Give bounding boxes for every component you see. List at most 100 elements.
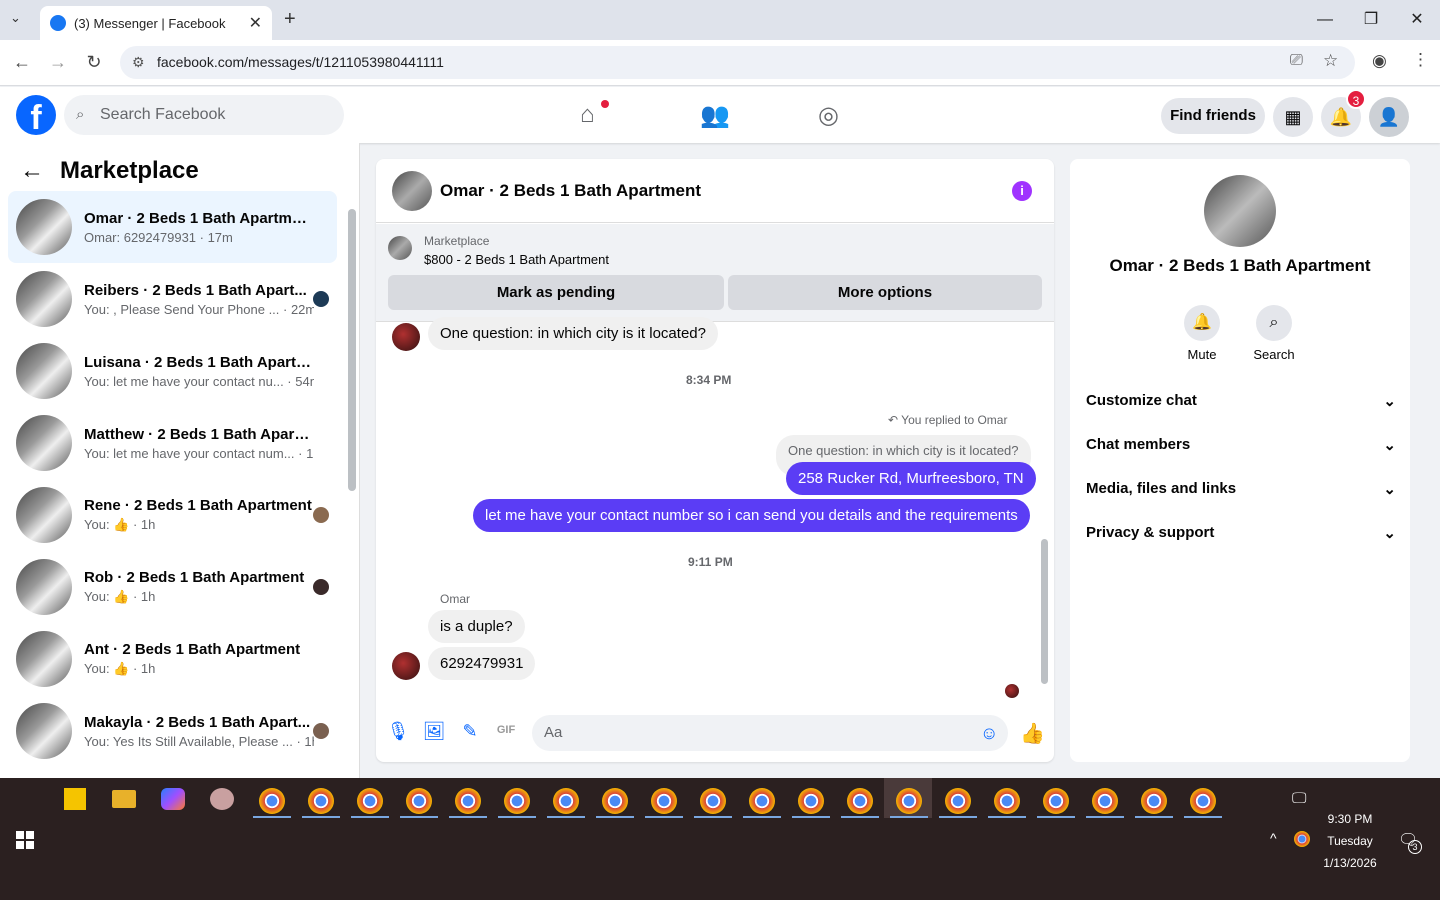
windows-start-icon[interactable] bbox=[16, 831, 34, 849]
chrome-window-icon[interactable] bbox=[847, 788, 873, 814]
chrome-window-icon[interactable] bbox=[1043, 788, 1069, 814]
profile-icon[interactable]: ◉ bbox=[1372, 51, 1387, 71]
back-icon[interactable]: ← bbox=[10, 52, 34, 73]
url-field[interactable]: ⚙ facebook.com/messages/t/12110539804411… bbox=[120, 46, 1355, 79]
friends-icon[interactable]: 👥 bbox=[700, 101, 730, 130]
menu-icon[interactable]: ⋮ bbox=[1412, 50, 1429, 70]
conversation-item[interactable]: Makayla · 2 Beds 1 Bath Apart... You: Yes… bbox=[8, 695, 337, 767]
chrome-window-icon[interactable] bbox=[308, 788, 334, 814]
outgoing-message[interactable]: 258 Rucker Rd, Murfreesboro, TN bbox=[786, 462, 1036, 495]
chat-info-panel: Omar · 2 Beds 1 Bath Apartment 🔔 Mute ⌕ … bbox=[1070, 159, 1410, 762]
facebook-header: f ⌕ Search Facebook ⌂ 👥 ◎ Find friends ▦… bbox=[0, 87, 1440, 143]
conversation-item[interactable]: Ant · 2 Beds 1 Bath Apartment You: 👍 · 1h bbox=[8, 623, 337, 695]
conversation-item[interactable]: Omar · 2 Beds 1 Bath Apartment Omar: 6292… bbox=[8, 191, 337, 263]
chrome-window-icon[interactable] bbox=[1092, 788, 1118, 814]
mute-action[interactable]: 🔔 Mute bbox=[1172, 305, 1232, 362]
chat-members-section[interactable]: Chat members ⌄ bbox=[1086, 436, 1396, 454]
sticker-icon[interactable]: ✎ bbox=[458, 721, 482, 742]
microphone-icon[interactable]: 🎙 bbox=[386, 721, 410, 742]
chrome-tray-icon[interactable] bbox=[1294, 831, 1310, 847]
chrome-window-icon[interactable] bbox=[357, 788, 383, 814]
chrome-window-icon[interactable] bbox=[455, 788, 481, 814]
clock-date: 1/13/2026 bbox=[1323, 856, 1377, 870]
tray-chevron-up-icon[interactable]: ^ bbox=[1270, 830, 1277, 846]
incoming-message[interactable]: is a duple? bbox=[428, 610, 525, 643]
conversation-item[interactable]: Luisana · 2 Beds 1 Bath Apartment You: le… bbox=[8, 335, 337, 407]
active-indicator bbox=[841, 816, 879, 818]
menu-grid-icon[interactable]: ▦ bbox=[1273, 97, 1313, 137]
chat-title[interactable]: Omar · 2 Beds 1 Bath Apartment bbox=[440, 181, 701, 201]
find-friends-button[interactable]: Find friends bbox=[1161, 98, 1265, 134]
home-icon[interactable]: ⌂ bbox=[580, 101, 595, 129]
gif-icon[interactable]: GIF bbox=[494, 724, 518, 736]
chrome-window-icon[interactable] bbox=[798, 788, 824, 814]
media-files-links-section[interactable]: Media, files and links ⌄ bbox=[1086, 480, 1396, 498]
chrome-window-icon[interactable] bbox=[700, 788, 726, 814]
chrome-window-icon[interactable] bbox=[553, 788, 579, 814]
chrome-window-icon[interactable] bbox=[259, 788, 285, 814]
back-arrow-icon[interactable]: ← bbox=[20, 157, 44, 185]
new-tab-icon[interactable]: + bbox=[284, 8, 296, 31]
message-input[interactable]: Aa ☺ bbox=[532, 715, 1008, 751]
reply-arrow-icon: ↶ bbox=[888, 413, 902, 427]
search-action[interactable]: ⌕ Search bbox=[1244, 305, 1304, 362]
customize-chat-section[interactable]: Customize chat ⌄ bbox=[1086, 392, 1396, 410]
conversation-list-scrollbar[interactable] bbox=[348, 209, 356, 491]
conversation-item[interactable]: Rene · 2 Beds 1 Bath Apartment You: 👍 · 1… bbox=[8, 479, 337, 551]
mark-as-pending-button[interactable]: Mark as pending bbox=[388, 275, 724, 310]
account-avatar[interactable]: 👤 bbox=[1369, 97, 1409, 137]
facebook-logo[interactable]: f bbox=[16, 95, 56, 135]
conversation-thumbnail bbox=[16, 487, 72, 543]
active-indicator bbox=[1184, 816, 1222, 818]
close-window-icon[interactable]: ✕ bbox=[1402, 8, 1432, 32]
tab-list-icon[interactable]: ⌄ bbox=[10, 10, 21, 26]
conversation-item[interactable]: Matthew · 2 Beds 1 Bath Apartm... You: le… bbox=[8, 407, 337, 479]
groups-icon[interactable]: ◎ bbox=[818, 101, 839, 130]
chrome-window-icon[interactable] bbox=[994, 788, 1020, 814]
photo-icon[interactable]: 🖼 bbox=[422, 721, 446, 742]
chrome-window-icon[interactable] bbox=[504, 788, 530, 814]
incoming-message[interactable]: 6292479931 bbox=[428, 647, 536, 680]
chrome-window-icon[interactable] bbox=[896, 788, 922, 814]
chrome-window-icon[interactable] bbox=[945, 788, 971, 814]
chrome-window-icon[interactable] bbox=[651, 788, 677, 814]
info-icon[interactable]: i bbox=[1012, 181, 1032, 201]
snipping-tool-icon[interactable] bbox=[210, 788, 234, 810]
chrome-window-icon[interactable] bbox=[406, 788, 432, 814]
browser-tab[interactable]: (3) Messenger | Facebook ✕ bbox=[40, 6, 272, 40]
more-options-button[interactable]: More options bbox=[728, 275, 1042, 310]
privacy-support-section[interactable]: Privacy & support ⌄ bbox=[1086, 524, 1396, 542]
listing-title[interactable]: $800 - 2 Beds 1 Bath Apartment bbox=[424, 252, 609, 267]
chrome-window-icon[interactable] bbox=[749, 788, 775, 814]
close-tab-icon[interactable]: ✕ bbox=[249, 13, 262, 33]
chat-avatar[interactable] bbox=[392, 171, 432, 211]
incoming-message[interactable]: One question: in which city is it locate… bbox=[428, 317, 718, 350]
file-explorer-icon[interactable] bbox=[112, 790, 136, 808]
bell-icon[interactable]: 🔔 bbox=[1184, 305, 1220, 341]
copilot-icon[interactable] bbox=[161, 788, 185, 810]
reload-icon[interactable]: ↻ bbox=[82, 52, 106, 73]
minimize-icon[interactable]: — bbox=[1310, 8, 1340, 32]
contact-avatar[interactable] bbox=[1204, 175, 1276, 247]
bookmark-star-icon[interactable]: ☆ bbox=[1323, 51, 1338, 71]
restore-icon[interactable]: ❐ bbox=[1356, 8, 1386, 32]
search-input[interactable]: ⌕ Search Facebook bbox=[64, 95, 344, 135]
chrome-window-icon[interactable] bbox=[1141, 788, 1167, 814]
emoji-icon[interactable]: ☺ bbox=[980, 715, 998, 751]
chrome-window-icon[interactable] bbox=[602, 788, 628, 814]
search-icon[interactable]: ⌕ bbox=[1256, 305, 1292, 341]
conversation-thumbnail bbox=[16, 199, 72, 255]
install-app-icon[interactable]: ⎚ bbox=[1290, 52, 1303, 70]
desktop-icon[interactable]: 🖵 bbox=[1292, 790, 1306, 807]
listing-thumbnail bbox=[388, 236, 412, 260]
conversation-item[interactable]: Reibers · 2 Beds 1 Bath Apart... You: , P… bbox=[8, 263, 337, 335]
outgoing-message[interactable]: let me have your contact number so i can… bbox=[473, 499, 1030, 532]
site-info-icon[interactable]: ⚙ bbox=[132, 46, 145, 79]
conversation-item[interactable]: Rob · 2 Beds 1 Bath Apartment You: 👍 · 1h bbox=[8, 551, 337, 623]
chrome-window-icon[interactable] bbox=[1190, 788, 1216, 814]
sticky-notes-icon[interactable] bbox=[64, 788, 86, 810]
like-thumb-icon[interactable]: 👍 bbox=[1020, 721, 1045, 746]
system-clock[interactable]: 9:30 PM Tuesday 1/13/2026 bbox=[1310, 808, 1390, 874]
forward-icon[interactable]: → bbox=[46, 52, 70, 73]
chat-scrollbar[interactable] bbox=[1041, 539, 1048, 684]
